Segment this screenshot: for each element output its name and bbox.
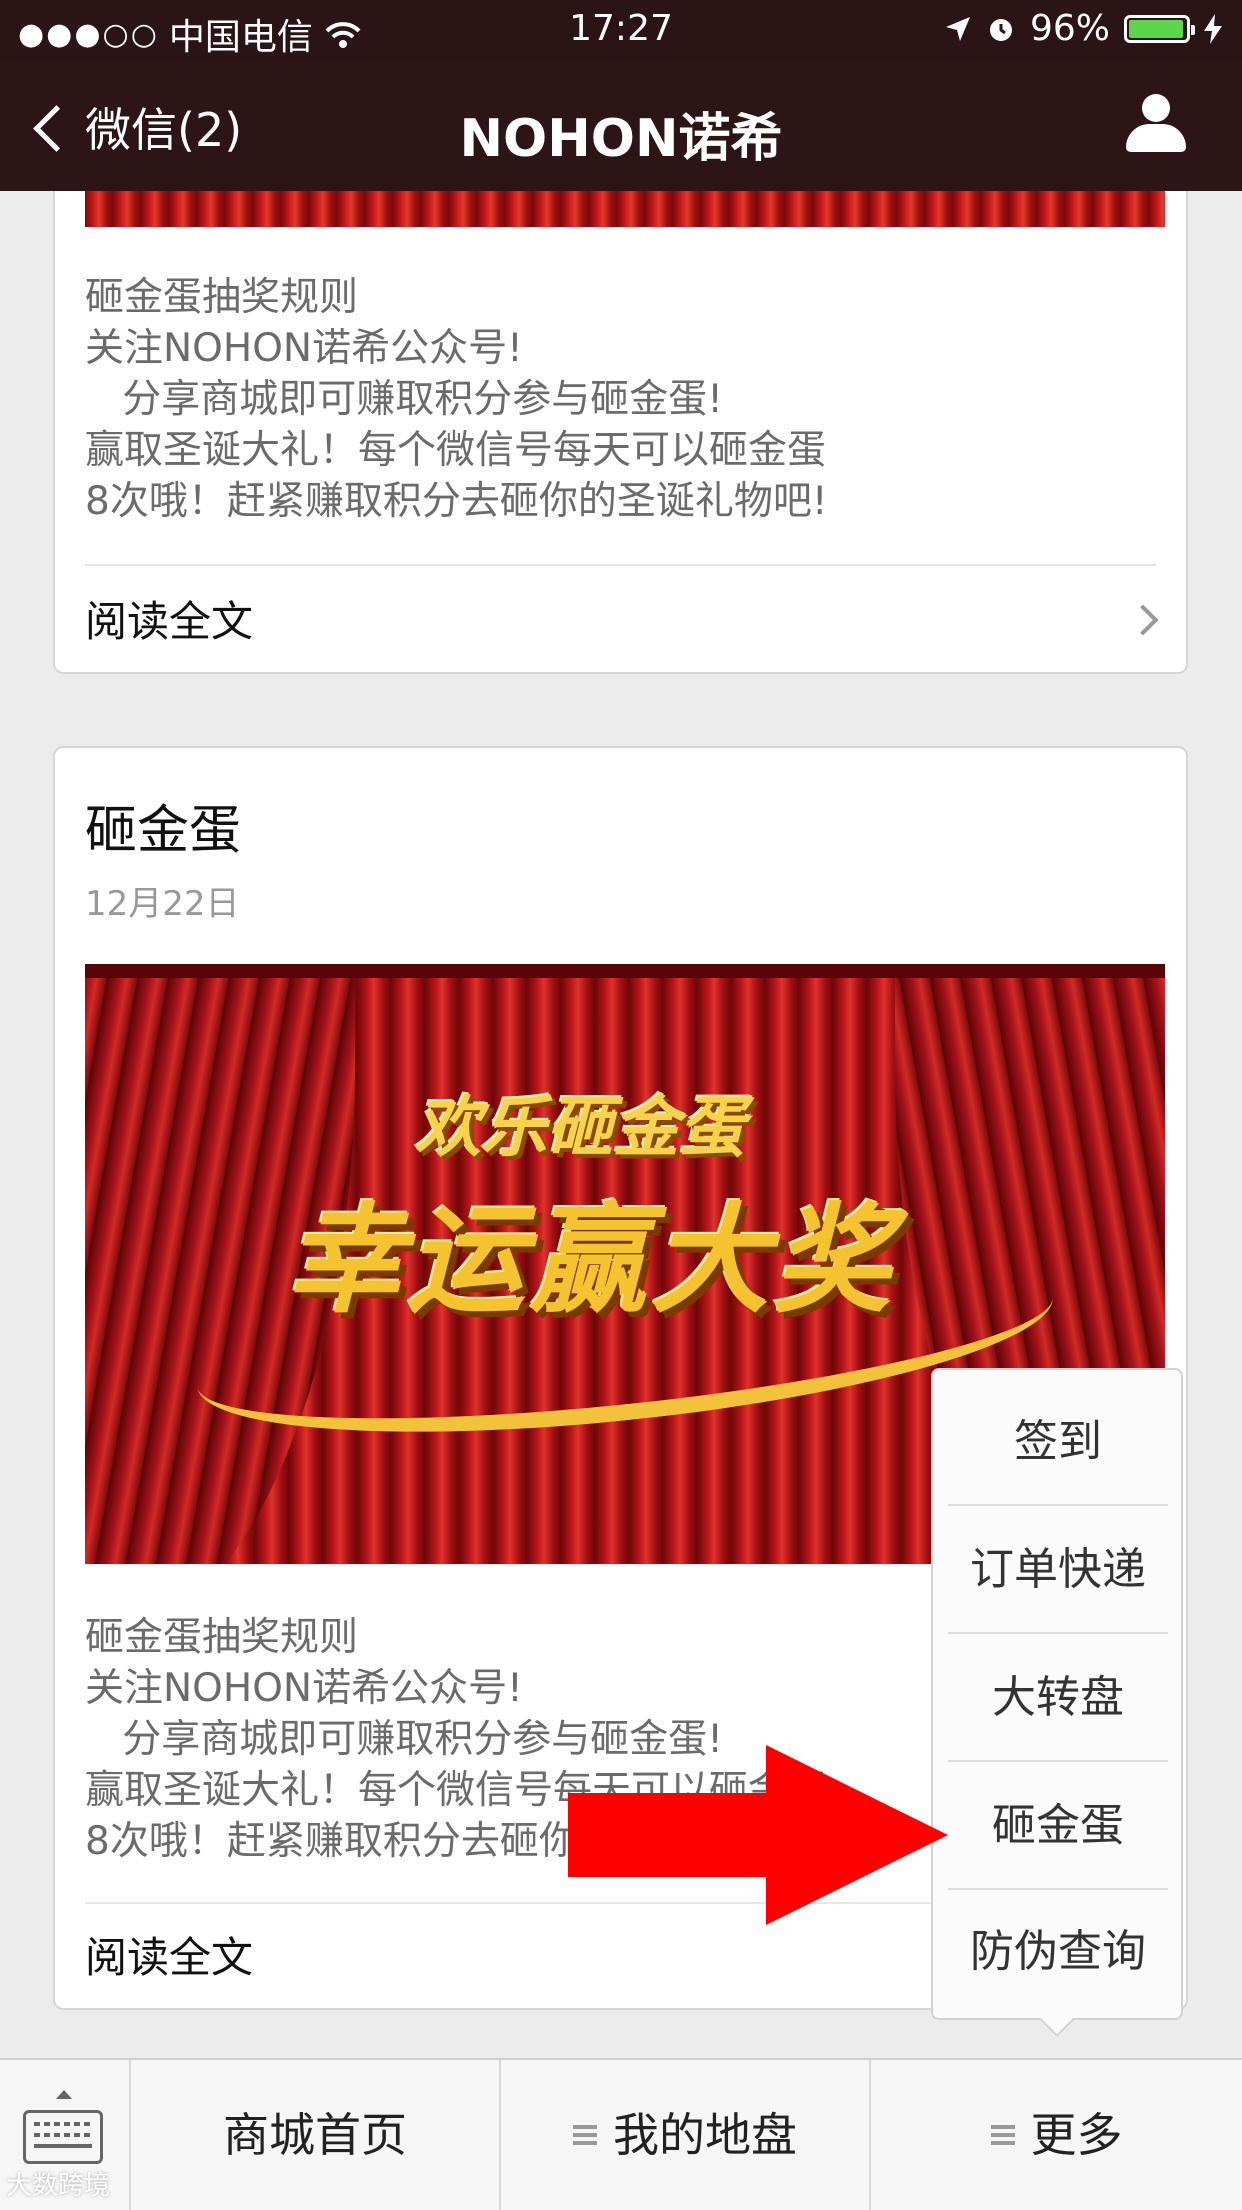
- watermark-logo: 大数跨境: [6, 2165, 110, 2202]
- watermark-text: 大数跨境: [6, 2171, 111, 2201]
- article-description: 砸金蛋抽奖规则 关注NOHON诺希公众号! 分享商城即可赚取积分参与砸金蛋! 赢…: [85, 275, 828, 524]
- red-arrow-annotation: [568, 1745, 948, 1925]
- alarm-clock-icon: [989, 18, 1012, 41]
- menu-item-lucky-wheel[interactable]: 大转盘: [948, 1634, 1168, 1762]
- menu-button-more[interactable]: 更多: [871, 2060, 1242, 2210]
- battery-fill: [1129, 19, 1183, 38]
- status-right: 96%: [944, 8, 1222, 49]
- menu-button-my-space[interactable]: 我的地盘: [501, 2060, 871, 2210]
- menu-button-home[interactable]: 商城首页: [131, 2060, 501, 2210]
- divider: [85, 564, 1156, 566]
- read-more-link[interactable]: 阅读全文: [85, 588, 253, 649]
- article-title: 砸金蛋: [85, 801, 242, 861]
- chevron-right-icon: [1127, 604, 1159, 636]
- caret-up-icon: [56, 2090, 72, 2099]
- banner-headline: 欢乐砸金蛋: [415, 1089, 745, 1166]
- keyboard-icon: [23, 2110, 103, 2164]
- page-title: NOHON诺希: [459, 109, 783, 169]
- menu-button-label: 商城首页: [223, 2108, 407, 2162]
- list-icon: [990, 2132, 1015, 2137]
- menu-item-anti-counterfeit[interactable]: 防伪查询: [948, 1888, 1168, 2016]
- bottom-menu-bar: 商城首页 我的地盘 更多: [0, 2058, 1242, 2210]
- menu-button-label: 我的地盘: [613, 2108, 797, 2162]
- article-banner-image: [85, 191, 1165, 227]
- banner-slogan: 幸运赢大奖: [285, 1191, 896, 1329]
- profile-button[interactable]: [1126, 94, 1186, 154]
- menu-item-golden-egg[interactable]: 砸金蛋: [948, 1762, 1168, 1890]
- battery-icon: [1124, 14, 1195, 43]
- status-bar: ●●●○○ 中国电信 17:27 96%: [0, 0, 1242, 60]
- nav-bar: 微信(2) NOHON诺希: [0, 60, 1242, 191]
- read-more-link[interactable]: 阅读全文: [85, 1924, 253, 1985]
- menu-item-order-tracking[interactable]: 订单快递: [948, 1506, 1168, 1634]
- article-date: 12月22日: [85, 884, 240, 924]
- article-card[interactable]: 砸金蛋抽奖规则 关注NOHON诺希公众号! 分享商城即可赚取积分参与砸金蛋! 赢…: [53, 140, 1188, 674]
- more-submenu: 签到 订单快递 大转盘 砸金蛋 防伪查询: [931, 1368, 1183, 2020]
- battery-percent: 96%: [1029, 8, 1110, 49]
- location-arrow-icon: [945, 16, 970, 41]
- list-icon: [573, 2132, 597, 2137]
- menu-item-sign-in[interactable]: 签到: [948, 1378, 1168, 1506]
- charging-bolt-icon: [1204, 13, 1222, 44]
- menu-button-label: 更多: [1030, 2108, 1123, 2162]
